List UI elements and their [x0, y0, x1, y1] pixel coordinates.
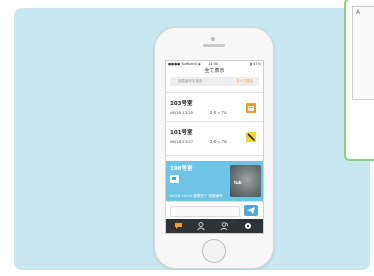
side-card-content: A	[352, 6, 374, 100]
room-title: 101号室	[170, 130, 193, 136]
room-title: 103号室	[170, 101, 193, 107]
note-icon	[170, 175, 179, 183]
phone-screen: ●●●● Softbank ◈ 14:00 ▮ 47% 全て表示 部屋番号を検索…	[165, 60, 264, 234]
users-icon[interactable]	[220, 221, 230, 231]
send-button[interactable]	[244, 205, 258, 216]
divider	[166, 121, 263, 122]
battery-status: ▮ 47%	[250, 62, 261, 66]
timestamp: 06/18 13:57	[170, 139, 194, 144]
message-input[interactable]	[170, 206, 240, 217]
person-icon[interactable]	[196, 221, 206, 231]
status-time: 14:00	[208, 62, 219, 66]
list-item[interactable]: 101号室 06/18 13:57 スタッフB	[166, 124, 263, 150]
tab-bar	[166, 219, 263, 233]
room-title: 108号室	[170, 166, 193, 172]
search-input[interactable]: 部屋番号を検索 すべて見る	[170, 77, 259, 86]
side-card-label: A	[356, 9, 361, 16]
background-panel: ●●●● Softbank ◈ 14:00 ▮ 47% 全て表示 部屋番号を検索…	[14, 8, 370, 270]
entry-meta: 06/18 14:03 清掃完了 部屋番号	[170, 194, 223, 198]
bread-icon	[246, 103, 256, 113]
camera-icon	[211, 37, 215, 41]
photo-label: tub	[234, 180, 242, 185]
message-bar	[166, 201, 263, 220]
list-item[interactable]: 103号室 06/18 13:25 スタッフA	[166, 95, 263, 121]
page-title: 全て表示	[204, 68, 225, 74]
carrier-signal: ●●●● Softbank ◈	[168, 62, 201, 66]
list-item-selected[interactable]: 108号室 06/18 14:03 清掃完了 部屋番号 tub	[166, 161, 263, 201]
speaker-grille	[203, 44, 225, 47]
divider	[166, 155, 263, 156]
staff-name: スタッフA	[209, 110, 227, 115]
timestamp: 06/18 13:25	[170, 110, 194, 115]
gear-icon[interactable]	[243, 221, 253, 231]
search-action-link[interactable]: すべて見る	[236, 79, 253, 84]
home-button	[202, 239, 226, 263]
chat-icon[interactable]	[174, 221, 184, 231]
divider	[166, 92, 263, 93]
side-card: A	[344, 0, 374, 161]
staff-name: スタッフB	[209, 139, 227, 144]
smartphone-mockup: ●●●● Softbank ◈ 14:00 ▮ 47% 全て表示 部屋番号を検索…	[154, 27, 274, 269]
search-placeholder: 部屋番号を検索	[178, 79, 203, 83]
broom-icon	[246, 132, 256, 142]
